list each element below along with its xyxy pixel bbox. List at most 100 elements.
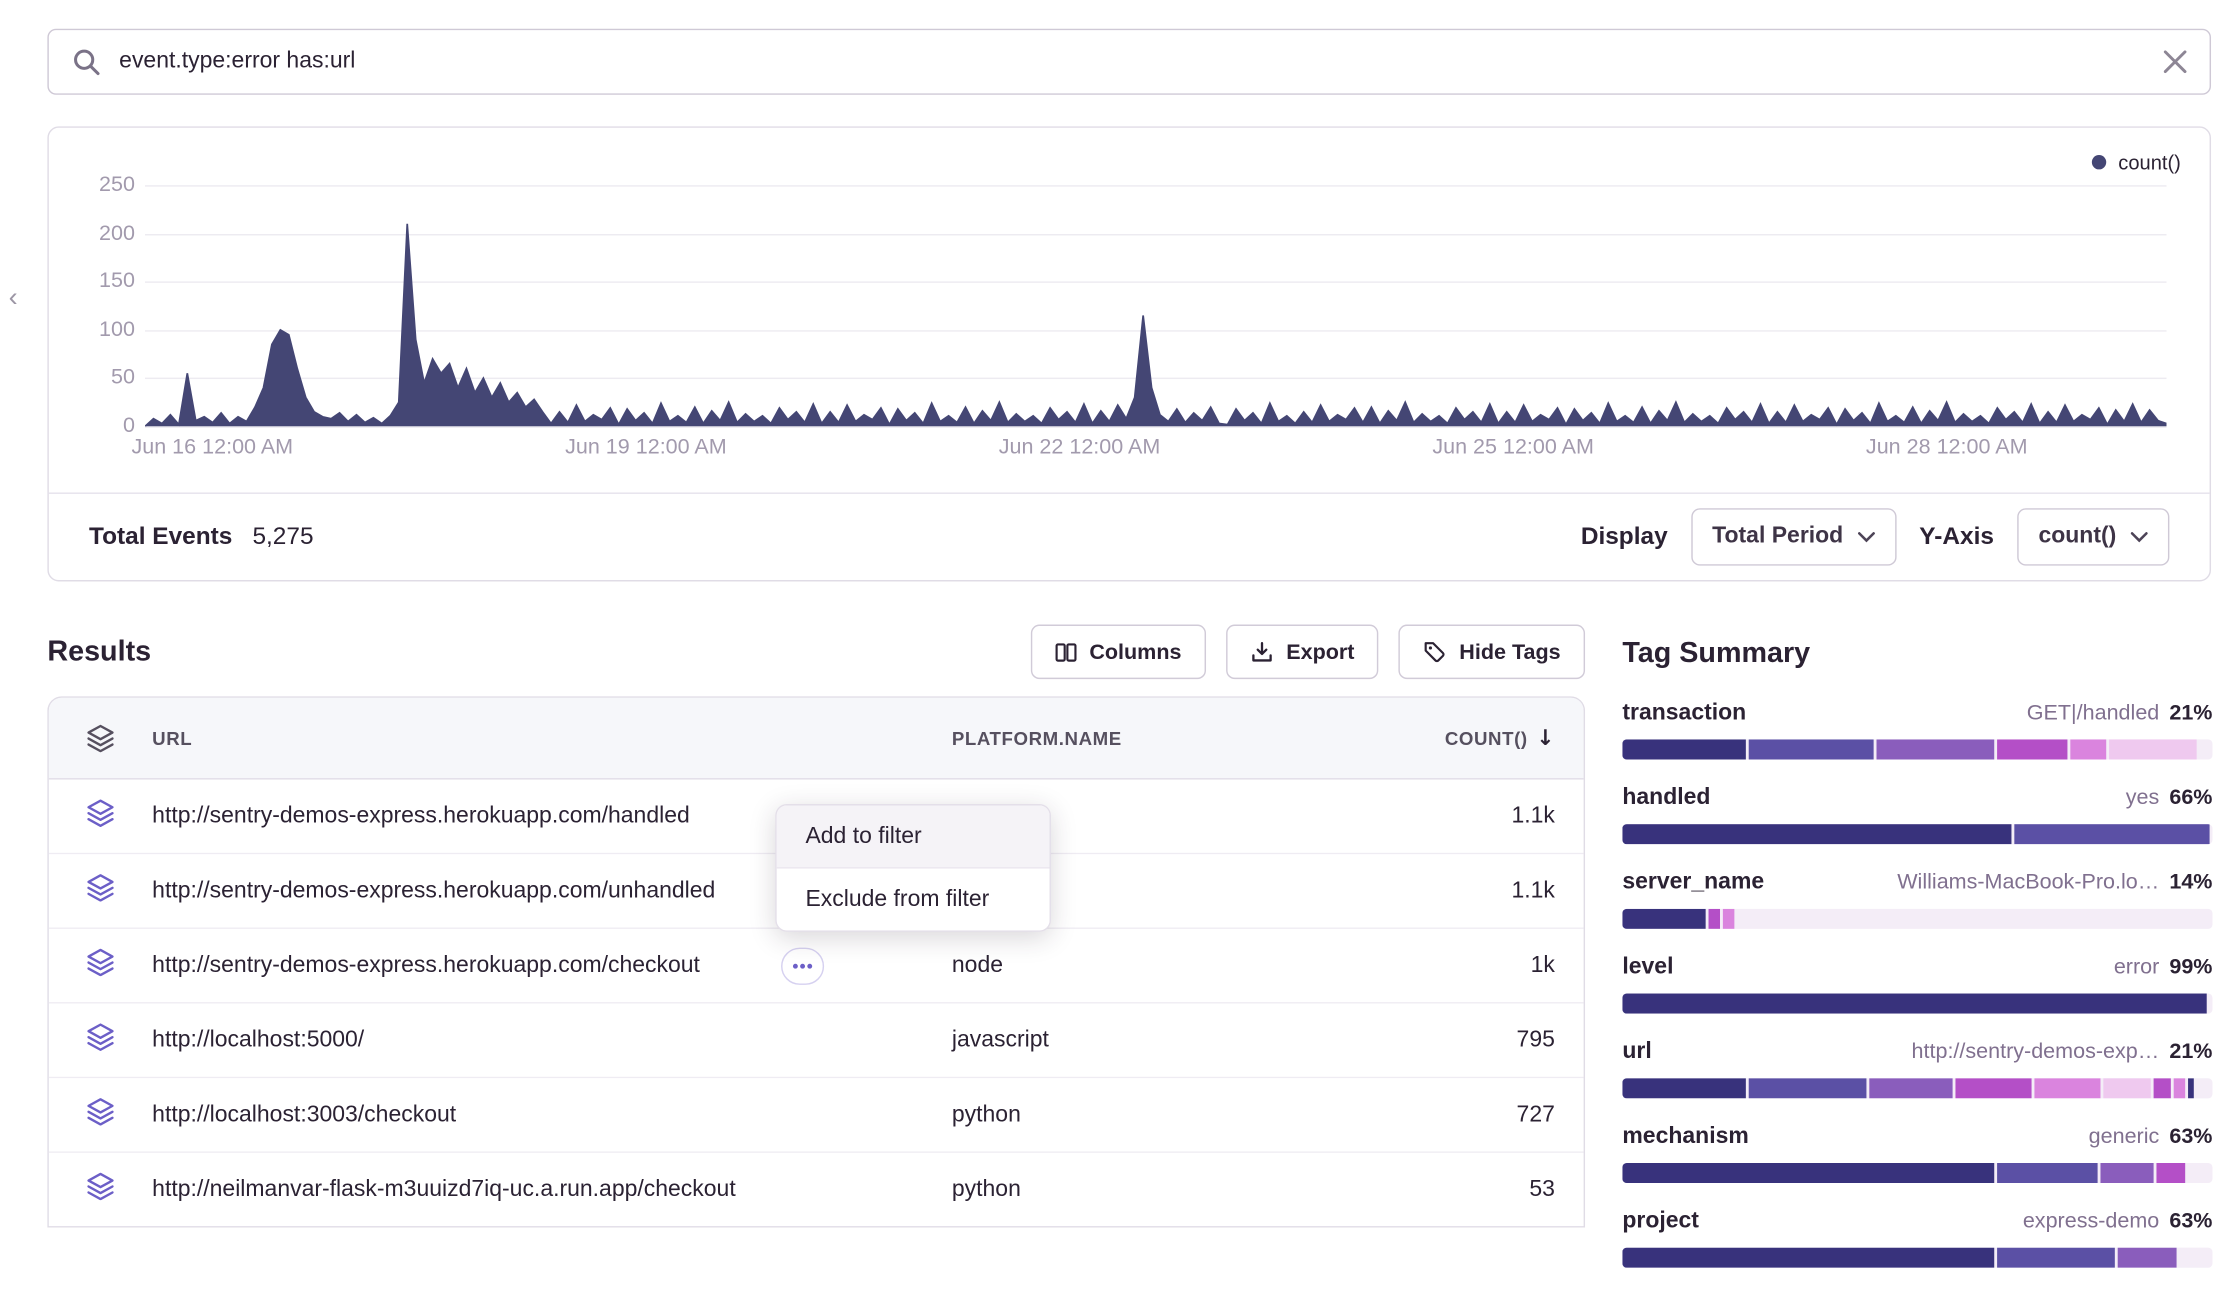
- sidebar-collapse-icon[interactable]: ‹: [9, 284, 18, 311]
- table-row[interactable]: http://localhost:3003/checkoutpython727: [49, 1078, 1584, 1153]
- cell-actions-button[interactable]: [780, 947, 823, 984]
- tag-summary: Tag Summary transactionGET|/handled21%ha…: [1622, 636, 2212, 1292]
- tag-bar-segment: [1997, 1163, 2097, 1183]
- menu-item-exclude-from-filter[interactable]: Exclude from filter: [777, 869, 1050, 931]
- tag-distribution-bar[interactable]: [1622, 824, 2212, 844]
- tag-name: url: [1622, 1038, 1651, 1067]
- tag-bar-segment: [1622, 994, 2206, 1014]
- url-value: http://neilmanvar-flask-m3uuizd7iq-uc.a.…: [152, 1177, 736, 1203]
- tag-name: level: [1622, 953, 1673, 982]
- tag-value: yes66%: [2126, 784, 2213, 813]
- url-value: http://sentry-demos-express.herokuapp.co…: [152, 878, 715, 904]
- tag-bar-segment: [1622, 1078, 1746, 1098]
- tag-head: transaction GET|/handled 21%: [1622, 699, 2212, 728]
- tag-item-url: urlhttp://sentry-demos-exp…21%: [1622, 1038, 2212, 1098]
- sort-desc-icon: ↓: [1536, 725, 1555, 751]
- layers-icon: [86, 873, 115, 909]
- events-chart-panel: count() 250200150100500 Jun 16 12:00 AMJ…: [47, 126, 2211, 581]
- layers-icon: [86, 1097, 115, 1133]
- layers-icon: [86, 724, 115, 753]
- hide-tags-button[interactable]: Hide Tags: [1399, 625, 1585, 680]
- row-type-cell: [49, 1022, 152, 1058]
- tag-head: projectexpress-demo63%: [1622, 1207, 2212, 1236]
- tag-top-pct: 21%: [2169, 699, 2212, 728]
- url-cell[interactable]: http://neilmanvar-flask-m3uuizd7iq-uc.a.…: [152, 1177, 952, 1203]
- count-value: 53: [1397, 1177, 1584, 1203]
- tag-top-pct: 63%: [2169, 1123, 2212, 1152]
- tag-top-value: Williams-MacBook-Pro.lo…: [1897, 869, 2159, 898]
- tag-distribution-bar[interactable]: [1622, 739, 2212, 759]
- url-cell[interactable]: http://localhost:5000/: [152, 1027, 952, 1053]
- tag-bar-segment: [2103, 1078, 2150, 1098]
- legend-dot-icon: [2092, 155, 2106, 169]
- header-type-cell: [49, 724, 152, 753]
- tag-distribution-bar[interactable]: [1622, 1163, 2212, 1183]
- tag-head: mechanismgeneric63%: [1622, 1123, 2212, 1152]
- tag-distribution-bar[interactable]: [1622, 1248, 2212, 1268]
- area-chart: [145, 185, 2167, 426]
- tag-bar-segment: [1708, 909, 1720, 929]
- tag-top-value: express-demo: [2023, 1207, 2159, 1236]
- tag-item-server_name: server_nameWilliams-MacBook-Pro.lo…14%: [1622, 869, 2212, 929]
- tag-head: handledyes66%: [1622, 784, 2212, 813]
- export-icon: [1250, 640, 1273, 663]
- url-value: http://sentry-demos-express.herokuapp.co…: [152, 953, 700, 979]
- tag-name: transaction: [1622, 699, 1746, 728]
- columns-button[interactable]: Columns: [1030, 625, 1205, 680]
- search-icon: [72, 47, 102, 77]
- header-count-label: COUNT(): [1445, 727, 1528, 749]
- tag-name: server_name: [1622, 869, 1764, 898]
- tag-top-value: yes: [2126, 784, 2160, 813]
- row-type-cell: [49, 948, 152, 984]
- search-input[interactable]: event.type:error has:url: [47, 29, 2211, 95]
- tag-top-pct: 99%: [2169, 953, 2212, 982]
- x-tick-label: Jun 28 12:00 AM: [1866, 435, 2028, 459]
- tag-distribution-bar[interactable]: [1622, 909, 2212, 929]
- search-query[interactable]: event.type:error has:url: [119, 49, 2146, 75]
- table-row[interactable]: http://sentry-demos-express.herokuapp.co…: [49, 929, 1584, 1004]
- tag-top-value: GET|/handled: [2027, 699, 2160, 728]
- tag-bar-segment: [1622, 1163, 1994, 1183]
- tag-top-value: error: [2114, 953, 2159, 982]
- row-type-cell: [49, 798, 152, 834]
- tag-bar-segment: [2015, 824, 2210, 844]
- tag-head: level error 99%: [1622, 953, 2212, 982]
- tag-bar-segment: [1876, 739, 1994, 759]
- menu-item-add-to-filter[interactable]: Add to filter: [777, 805, 1050, 868]
- tag-item-transaction: transaction GET|/handled 21%: [1622, 699, 2212, 759]
- url-cell[interactable]: http://sentry-demos-express.herokuapp.co…: [152, 947, 952, 984]
- y-tick-label: 50: [111, 365, 135, 391]
- tag-bar-segment: [1997, 1248, 2115, 1268]
- url-cell[interactable]: http://localhost:3003/checkout: [152, 1102, 952, 1128]
- tag-bar-segment: [1955, 1078, 2032, 1098]
- header-platform[interactable]: PLATFORM.NAME: [952, 727, 1397, 749]
- tag-distribution-bar[interactable]: [1622, 994, 2212, 1014]
- display-select[interactable]: Total Period: [1691, 508, 1897, 565]
- layers-icon: [86, 1022, 115, 1058]
- header-count[interactable]: COUNT() ↓: [1397, 725, 1584, 751]
- ellipsis-icon: [789, 958, 815, 972]
- columns-button-label: Columns: [1089, 640, 1181, 664]
- tag-bar-segment: [2156, 1163, 2185, 1183]
- layers-icon: [86, 1172, 115, 1208]
- table-row[interactable]: http://localhost:5000/javascript795: [49, 1004, 1584, 1079]
- export-button[interactable]: Export: [1226, 625, 1379, 680]
- yaxis-label: Y-Axis: [1919, 523, 1994, 552]
- chart-y-axis: 250200150100500: [66, 185, 135, 426]
- url-value: http://sentry-demos-express.herokuapp.co…: [152, 803, 690, 829]
- y-tick-label: 150: [99, 269, 135, 295]
- chevron-down-icon: [2131, 531, 2148, 542]
- yaxis-select[interactable]: count(): [2017, 508, 2169, 565]
- tag-bar-segment: [2070, 739, 2105, 759]
- search-clear-icon[interactable]: [2164, 50, 2187, 73]
- tag-bar-segment: [1749, 1078, 1867, 1098]
- table-row[interactable]: http://neilmanvar-flask-m3uuizd7iq-uc.a.…: [49, 1153, 1584, 1226]
- url-value: http://localhost:3003/checkout: [152, 1102, 456, 1128]
- tag-distribution-bar[interactable]: [1622, 1078, 2212, 1098]
- chart-legend[interactable]: count(): [2092, 151, 2180, 174]
- header-url[interactable]: URL: [152, 727, 952, 749]
- tag-bar-segment: [2118, 1248, 2177, 1268]
- tag-bar-segment: [1622, 1248, 1994, 1268]
- total-events-value: 5,275: [252, 523, 313, 552]
- tag-bar-segment: [2188, 1078, 2194, 1098]
